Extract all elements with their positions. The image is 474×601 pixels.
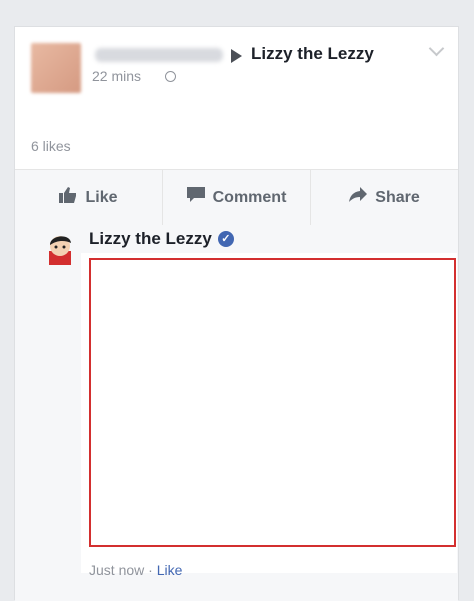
poster-avatar[interactable] <box>31 43 81 93</box>
commenter-name[interactable]: Lizzy the Lezzy ✓ <box>89 229 234 249</box>
comment-image-placeholder[interactable] <box>89 258 456 547</box>
post-card: Lizzy the Lezzy 22 mins 6 likes Like Com… <box>14 26 459 601</box>
comment-label: Comment <box>212 188 287 206</box>
meta-separator: · <box>148 562 153 578</box>
arrow-right-icon <box>231 49 242 63</box>
comment-like-link[interactable]: Like <box>157 562 183 578</box>
post-text-omitted <box>31 105 441 125</box>
share-arrow-icon <box>349 187 368 208</box>
comment-button[interactable]: Comment <box>163 170 311 225</box>
like-label: Like <box>85 188 118 206</box>
comment-section: Lizzy the Lezzy ✓ Just now · Like <box>15 225 458 601</box>
commenter-avatar[interactable] <box>43 231 77 265</box>
likes-count[interactable]: 6 likes <box>31 138 71 154</box>
comment-meta: Just now · Like <box>89 562 182 578</box>
commenter-name-label: Lizzy the Lezzy <box>89 229 212 248</box>
comment-timestamp[interactable]: Just now <box>89 562 144 578</box>
poster-name-redacted[interactable] <box>95 48 223 62</box>
like-button[interactable]: Like <box>15 170 163 225</box>
thumbs-up-icon <box>59 187 77 208</box>
post-timestamp[interactable]: 22 mins <box>92 68 141 84</box>
target-page-name[interactable]: Lizzy the Lezzy <box>251 44 374 64</box>
chevron-down-icon[interactable] <box>428 40 445 57</box>
share-label: Share <box>375 188 420 206</box>
comment-icon <box>186 187 205 208</box>
action-bar: Like Comment Share <box>15 170 458 225</box>
share-button[interactable]: Share <box>311 170 458 225</box>
verified-badge-icon: ✓ <box>217 231 234 247</box>
globe-icon <box>165 71 176 82</box>
